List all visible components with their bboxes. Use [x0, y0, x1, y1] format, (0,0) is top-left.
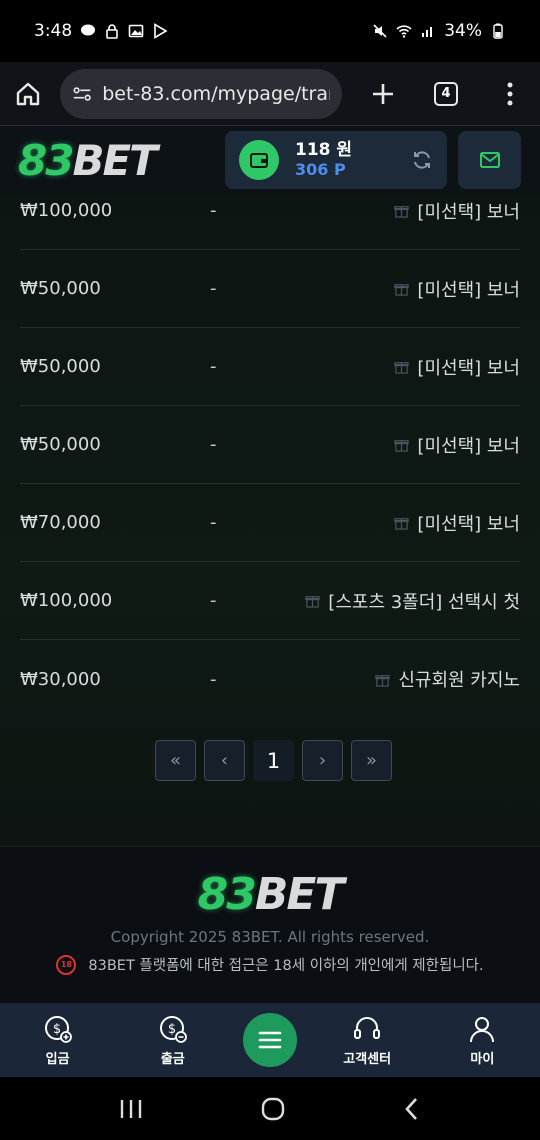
age-18-badge: 18 — [56, 954, 77, 975]
row-amount: ₩50,000 — [20, 356, 101, 377]
wallet-panel[interactable]: 118 원 306 P — [225, 131, 447, 189]
lock-notification-icon — [106, 24, 118, 39]
withdraw-icon: $ — [159, 1015, 187, 1043]
svg-text:$: $ — [52, 1022, 60, 1037]
row-dash: - — [210, 668, 217, 690]
row-description: [미선택] 보너 — [394, 354, 520, 380]
nav-my-label: 마이 — [470, 1051, 495, 1067]
table-row: ₩30,000 - 신규회원 카지노 — [20, 640, 520, 718]
table-row: ₩50,000 - [미선택] 보너 — [20, 406, 520, 484]
row-amount: ₩100,000 — [20, 590, 113, 611]
row-description: [미선택] 보너 — [394, 276, 520, 302]
gift-icon — [394, 362, 410, 374]
site-settings-icon[interactable] — [72, 83, 92, 105]
nav-deposit[interactable]: $ 입금 — [13, 1014, 103, 1067]
next-page-button[interactable]: › — [302, 740, 343, 781]
hamburger-icon — [258, 1031, 282, 1049]
gift-icon — [305, 596, 320, 608]
battery-icon — [493, 23, 503, 39]
row-dash: - — [210, 512, 217, 533]
table-row: ₩100,000 - [미선택] 보너 — [20, 194, 520, 250]
last-page-button[interactable]: » — [351, 740, 392, 781]
wallet-points: 306 P — [295, 160, 346, 179]
wallet-icon — [239, 140, 279, 180]
back-icon[interactable] — [402, 1096, 422, 1122]
row-dash: - — [210, 434, 217, 455]
table-row: ₩50,000 - [미선택] 보너 — [20, 250, 520, 328]
browser-toolbar: bet-83.com/mypage/trans 4 — [0, 62, 540, 126]
nav-deposit-label: 입금 — [45, 1051, 70, 1067]
tab-switcher-button[interactable]: 4 — [434, 81, 458, 106]
copyright-text: Copyright 2025 83BET. All rights reserve… — [110, 928, 430, 946]
site-footer: 83BET Copyright 2025 83BET. All rights r… — [0, 846, 540, 1003]
row-description: [미선택] 보너 — [394, 432, 520, 458]
refresh-icon[interactable] — [411, 149, 433, 171]
gift-icon — [394, 284, 410, 296]
talk-notification-icon — [81, 24, 96, 36]
row-amount: ₩30,000 — [20, 668, 101, 690]
signal-icon — [422, 27, 433, 37]
gift-icon — [394, 440, 410, 452]
svg-text:$: $ — [168, 1022, 176, 1037]
row-description: [스포츠 3폴더] 선택시 첫 — [305, 588, 520, 614]
first-page-button[interactable]: « — [155, 740, 196, 781]
image-notification-icon — [128, 24, 144, 38]
battery-percent: 34% — [444, 21, 482, 41]
row-description: [미선택] 보너 — [394, 510, 520, 536]
table-row: ₩50,000 - [미선택] 보너 — [20, 328, 520, 406]
transaction-list: ₩100,000 - [미선택] 보너 ₩50,000 - [미선택] 보너 ₩… — [0, 194, 540, 846]
row-amount: ₩50,000 — [20, 278, 101, 299]
wifi-icon — [396, 25, 412, 38]
nav-withdraw[interactable]: $ 출금 — [128, 1014, 218, 1067]
play-store-notification-icon — [154, 23, 168, 39]
footer-logo: 83BET — [197, 869, 345, 920]
mute-icon — [373, 24, 387, 38]
more-menu-icon[interactable] — [498, 80, 522, 108]
nav-my[interactable]: 마이 — [437, 1014, 527, 1067]
age-restriction-text: 83BET 플랫폼에 대한 접근은 18세 이하의 개인에게 제한됩니다. — [88, 958, 484, 974]
pagination: « ‹ 1 › » — [155, 740, 392, 781]
nav-withdraw-label: 출금 — [160, 1051, 185, 1067]
wallet-balance: 118 원 — [295, 140, 353, 160]
status-bar: 3:48 34% — [0, 0, 540, 62]
tab-count: 4 — [441, 86, 451, 101]
status-time: 3:48 — [34, 21, 73, 41]
table-row: ₩100,000 - [스포츠 3폴더] 선택시 첫 — [20, 562, 520, 640]
site-header: 83BET 118 원 306 P — [0, 127, 540, 194]
row-dash: - — [210, 356, 217, 377]
gift-icon — [394, 518, 410, 530]
mail-button[interactable] — [458, 131, 521, 189]
address-bar[interactable]: bet-83.com/mypage/trans — [60, 68, 342, 119]
headset-icon — [354, 1016, 381, 1039]
table-row: ₩70,000 - [미선택] 보너 — [20, 484, 520, 562]
age-restriction-note: 18 83BET 플랫폼에 대한 접근은 18세 이하의 개인에게 제한됩니다. — [0, 954, 540, 975]
row-description: [미선택] 보너 — [394, 198, 520, 224]
gift-icon — [394, 206, 410, 218]
recent-apps-icon[interactable] — [118, 1097, 144, 1121]
android-nav-bar — [0, 1077, 540, 1140]
prev-page-button[interactable]: ‹ — [204, 740, 245, 781]
current-page-button[interactable]: 1 — [253, 740, 294, 781]
gift-icon — [375, 674, 391, 687]
nav-support-label: 고객센터 — [343, 1051, 392, 1067]
deposit-icon: $ — [44, 1015, 72, 1043]
row-dash: - — [210, 278, 217, 299]
row-amount: ₩50,000 — [20, 434, 101, 455]
home-icon[interactable] — [14, 80, 42, 108]
row-dash: - — [210, 200, 217, 221]
menu-button[interactable] — [242, 1013, 297, 1067]
new-tab-icon[interactable] — [370, 81, 396, 107]
site-logo[interactable]: 83BET — [18, 136, 158, 185]
row-description: 신규회원 카지노 — [375, 666, 520, 692]
user-icon — [470, 1016, 495, 1042]
bottom-nav: $ 입금 $ 출금 고객센터 마이 — [0, 1003, 540, 1077]
url-text: bet-83.com/mypage/trans — [102, 82, 330, 105]
home-nav-icon[interactable] — [260, 1096, 286, 1122]
row-dash: - — [210, 590, 217, 611]
mail-icon — [479, 152, 500, 168]
row-amount: ₩70,000 — [20, 512, 101, 533]
row-amount: ₩100,000 — [20, 200, 113, 221]
nav-support[interactable]: 고객센터 — [322, 1014, 412, 1067]
